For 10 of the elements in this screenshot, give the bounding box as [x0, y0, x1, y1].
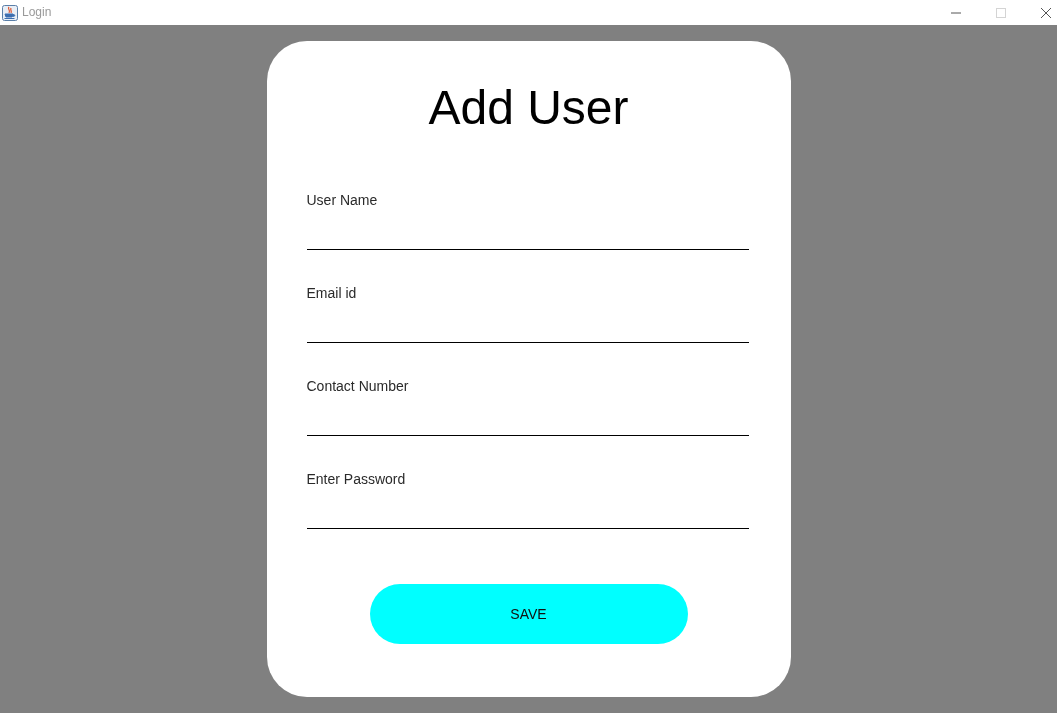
- coffee-cup-icon: [2, 4, 18, 21]
- field-label: Enter Password: [306, 471, 406, 488]
- maximize-icon: [996, 7, 1006, 18]
- field-label: User Name: [306, 192, 378, 209]
- close-icon: [1041, 7, 1051, 18]
- form-title: Add User: [428, 84, 629, 132]
- window-title: Login: [22, 5, 52, 20]
- field-label: Contact Number: [306, 378, 409, 395]
- save-button[interactable]: SAVE: [369, 584, 688, 644]
- field-label: Email id: [306, 285, 357, 302]
